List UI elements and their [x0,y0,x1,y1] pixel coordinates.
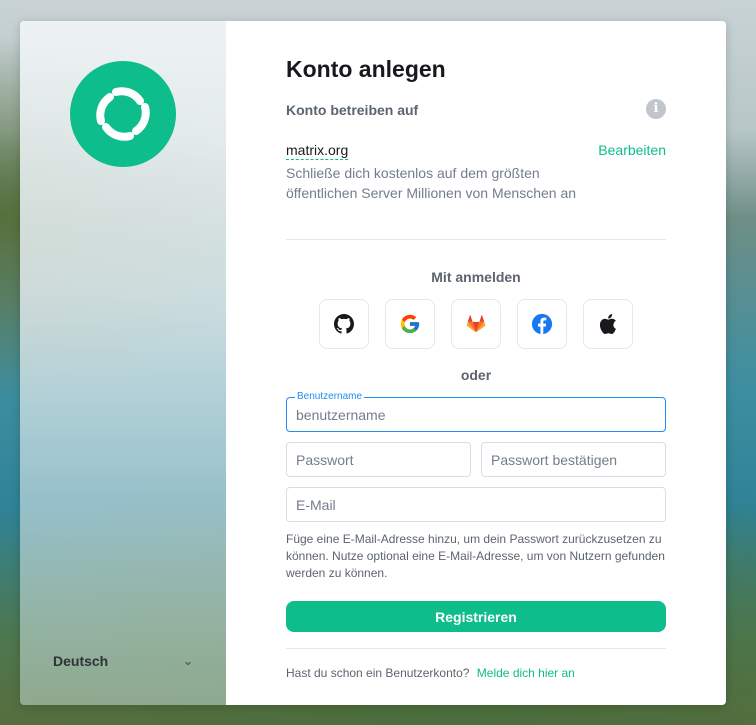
language-selector[interactable]: Deutsch ⌄ [53,653,193,669]
login-link[interactable]: Melde dich hier an [477,666,575,680]
username-label: Benutzername [295,391,365,403]
register-button[interactable]: Registrieren [286,601,666,632]
login-prompt: Hast du schon ein Benutzerkonto? [286,666,470,680]
password-confirm-input[interactable] [482,443,665,476]
server-name: matrix.org [286,142,349,160]
server-description: Schließe dich kostenlos auf dem größten … [286,165,577,201]
email-hint: Füge eine E-Mail-Adresse hinzu, um dein … [286,532,665,580]
sso-buttons [319,299,633,349]
sso-facebook-button[interactable] [517,299,567,349]
password-input[interactable] [287,443,470,476]
registration-form: Konto anlegen Konto betreiben auf i matr… [226,21,726,705]
server-host-label: Konto betreiben auf [286,102,419,118]
facebook-icon [531,313,553,335]
email-input[interactable] [287,488,665,521]
divider [286,648,666,649]
divider [286,239,666,240]
sso-google-button[interactable] [385,299,435,349]
password-confirm-field-wrapper [481,442,666,477]
username-field-wrapper: Benutzername [286,391,666,432]
chevron-down-icon: ⌄ [182,654,193,668]
or-separator: oder [460,367,492,383]
sso-github-button[interactable] [319,299,369,349]
element-logo-icon [70,61,176,167]
page-title: Konto anlegen [286,56,446,82]
language-label: Deutsch [53,653,109,669]
sidebar-panel: Deutsch ⌄ [20,21,226,705]
gitlab-icon [466,315,486,333]
sso-apple-button[interactable] [583,299,633,349]
info-icon[interactable]: i [646,99,666,119]
password-field-wrapper [286,442,471,477]
google-icon [400,314,420,334]
github-icon [334,314,354,334]
email-field-wrapper [286,487,666,522]
edit-server-link[interactable]: Bearbeiten [598,142,666,158]
sso-label: Mit anmelden [431,269,521,285]
registration-card: Deutsch ⌄ Konto anlegen Konto betreiben … [20,21,726,705]
login-prompt-row: Hast du schon ein Benutzerkonto? Melde d… [286,666,575,680]
apple-icon [599,314,616,334]
sso-gitlab-button[interactable] [451,299,501,349]
